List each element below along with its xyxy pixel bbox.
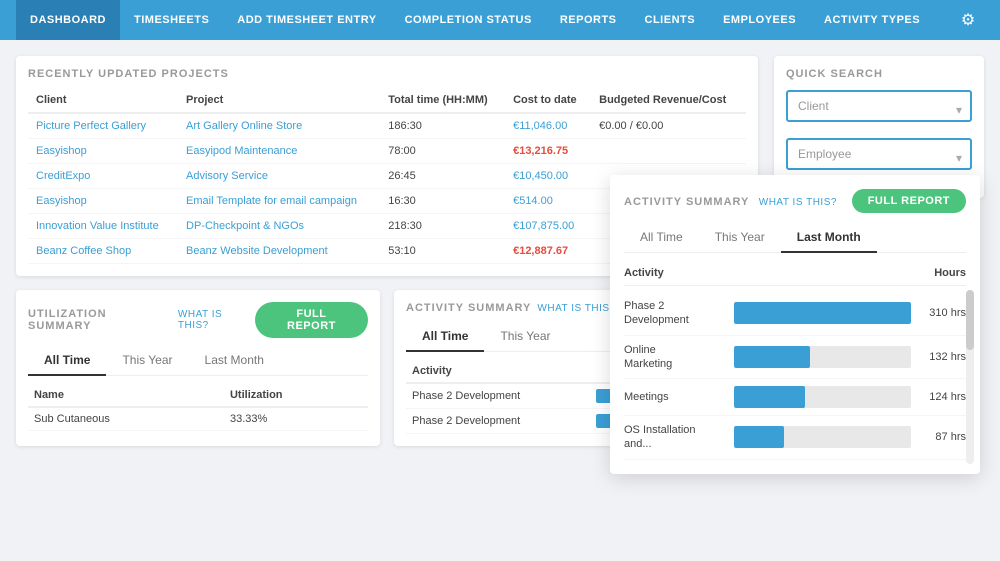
ao-activity-name: OS Installationand... xyxy=(624,423,724,452)
client-select-wrap[interactable]: Client xyxy=(786,90,972,130)
utilization-tabs: All TimeThis YearLast Month xyxy=(28,346,368,376)
activity-small-what[interactable]: WHAT IS THIS? xyxy=(537,303,615,314)
list-item: OnlineMarketing 132 hrs xyxy=(624,336,966,380)
activity-overlay-scroll-thumb[interactable] xyxy=(966,290,974,350)
projects-col-project: Project xyxy=(178,88,380,113)
utilization-header: UTILIZATION SUMMARY WHAT IS THIS? FULL R… xyxy=(28,302,368,338)
ao-activity-name: OnlineMarketing xyxy=(624,343,724,372)
table-row[interactable]: EasyishopEasyipod Maintenance78:00€13,21… xyxy=(28,139,746,164)
ao-activity-name: Phase 2Development xyxy=(624,299,724,328)
activity-overlay-rows: Phase 2Development 310 hrs OnlineMarketi… xyxy=(624,292,966,460)
utilization-table: Name Utilization Sub Cutaneous33.33% xyxy=(28,384,368,431)
ao-col-hours: Hours xyxy=(934,267,966,279)
ao-bar-bg xyxy=(734,302,911,324)
gear-icon[interactable]: ⚙ xyxy=(952,4,984,36)
util-col-utilization: Utilization xyxy=(224,384,368,407)
ao-bar-fill xyxy=(734,346,810,368)
activity-name: Phase 2 Development xyxy=(406,409,590,434)
projects-col-total-time-hh:mm: Total time (HH:MM) xyxy=(380,88,505,113)
ao-tab-all-time[interactable]: All Time xyxy=(624,223,699,253)
activity-overlay-header: ACTIVITY SUMMARY WHAT IS THIS? FULL REPO… xyxy=(624,189,966,213)
ao-bar-fill xyxy=(734,302,911,324)
nav-item-activity-types[interactable]: Activity Types xyxy=(810,0,934,40)
nav-item-reports[interactable]: Reports xyxy=(546,0,631,40)
utilization-what[interactable]: WHAT IS THIS? xyxy=(178,309,255,331)
ao-hours: 310 hrs xyxy=(921,307,966,319)
ao-col-activity: Activity xyxy=(624,267,664,279)
client-select[interactable]: Client xyxy=(786,90,972,122)
activity-small-title: ACTIVITY SUMMARY xyxy=(406,302,531,314)
ao-hours: 124 hrs xyxy=(921,391,966,403)
utilization-title: UTILIZATION SUMMARY xyxy=(28,308,172,332)
employee-select[interactable]: Employee xyxy=(786,138,972,170)
nav-item-clients[interactable]: Clients xyxy=(631,0,710,40)
activity-overlay-what[interactable]: WHAT IS THIS? xyxy=(759,197,837,208)
activity-small-tab-this-year[interactable]: This Year xyxy=(484,322,566,352)
activity-overlay-scrollbar[interactable] xyxy=(966,290,974,464)
projects-col-client: Client xyxy=(28,88,178,113)
util-tab-last-month[interactable]: Last Month xyxy=(189,346,280,376)
ao-bar-bg xyxy=(734,426,911,448)
ao-bar-bg xyxy=(734,346,911,368)
activity-small-tab-all-time[interactable]: All Time xyxy=(406,322,484,352)
projects-col-budgeted-revenuecost: Budgeted Revenue/Cost xyxy=(591,88,746,113)
employee-select-wrap[interactable]: Employee xyxy=(786,138,972,178)
utilization-full-report-button[interactable]: FULL REPORT xyxy=(255,302,368,338)
activity-overlay-tabs: All TimeThis YearLast Month xyxy=(624,223,966,253)
ao-bar-bg xyxy=(734,386,911,408)
quick-search-title: QUICK SEARCH xyxy=(786,68,972,80)
list-item: Meetings 124 hrs xyxy=(624,379,966,416)
util-tab-this-year[interactable]: This Year xyxy=(106,346,188,376)
nav-item-dashboard[interactable]: Dashboard xyxy=(16,0,120,40)
ao-hours: 87 hrs xyxy=(921,431,966,443)
ao-tab-last-month[interactable]: Last Month xyxy=(781,223,877,253)
activity-overlay: ACTIVITY SUMMARY WHAT IS THIS? FULL REPO… xyxy=(610,175,980,474)
activity-overlay-full-report-button[interactable]: FULL REPORT xyxy=(852,189,966,213)
activity-name: Phase 2 Development xyxy=(406,383,590,409)
navigation: DashboardTimesheetsAdd Timesheet EntryCo… xyxy=(0,0,1000,40)
nav-item-add-timesheet-entry[interactable]: Add Timesheet Entry xyxy=(223,0,390,40)
table-row: Sub Cutaneous33.33% xyxy=(28,407,368,431)
ao-activity-name: Meetings xyxy=(624,390,724,404)
nav-item-completion-status[interactable]: Completion Status xyxy=(391,0,546,40)
utilization-section: UTILIZATION SUMMARY WHAT IS THIS? FULL R… xyxy=(16,290,380,446)
ao-bar-fill xyxy=(734,426,784,448)
list-item: Phase 2Development 310 hrs xyxy=(624,292,966,336)
util-tab-all-time[interactable]: All Time xyxy=(28,346,106,376)
ao-tab-this-year[interactable]: This Year xyxy=(699,223,781,253)
act-col-activity: Activity xyxy=(406,360,590,383)
list-item: OS Installationand... 87 hrs xyxy=(624,416,966,460)
table-row[interactable]: Picture Perfect GalleryArt Gallery Onlin… xyxy=(28,113,746,139)
projects-title: RECENTLY UPDATED PROJECTS xyxy=(28,68,746,80)
activity-overlay-title: ACTIVITY SUMMARY xyxy=(624,196,749,208)
ao-bar-fill xyxy=(734,386,805,408)
util-col-name: Name xyxy=(28,384,224,407)
ao-hours: 132 hrs xyxy=(921,351,966,363)
nav-item-timesheets[interactable]: Timesheets xyxy=(120,0,223,40)
nav-item-employees[interactable]: Employees xyxy=(709,0,810,40)
activity-overlay-columns: Activity Hours xyxy=(624,263,966,286)
projects-col-cost-to-date: Cost to date xyxy=(505,88,591,113)
